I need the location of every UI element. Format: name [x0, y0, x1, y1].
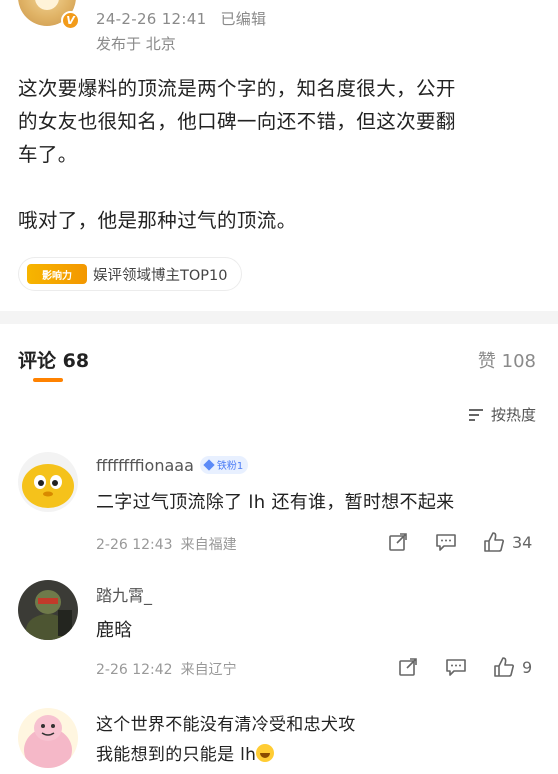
post-body-line: 哦对了，他是那种过气的顶流。: [18, 209, 297, 232]
comment-time: 2-26 12:43: [96, 537, 173, 553]
comment-meta: 2-26 12:42 来自辽宁: [96, 659, 237, 679]
like-count: 34: [512, 532, 533, 552]
commenter-avatar[interactable]: [18, 708, 78, 768]
post-timestamp: 24-2-26 12:41 已编辑: [96, 8, 266, 29]
post-time-value: 24-2-26 12:41: [96, 10, 207, 28]
post-body: 这次要爆料的顶流是两个字的，知名度很大，公开 的女友也很知名，他口碑一向还不错，…: [18, 72, 540, 237]
comment-text-line2: 我能想到的只能是 lh: [96, 740, 275, 765]
active-tab-indicator: [33, 378, 63, 382]
comment-text: 二字过气顶流除了 lh 还有谁，暂时想不起来: [96, 492, 455, 513]
comment-location: 来自福建: [180, 537, 237, 553]
sort-icon: [468, 408, 483, 421]
laugh-emoji-icon: [256, 744, 275, 762]
username-text: ffffffffionaaa: [96, 456, 194, 475]
commenter-username[interactable]: 踏九霄_: [96, 582, 152, 606]
commenter-avatar[interactable]: [18, 580, 78, 640]
section-divider: [0, 311, 558, 324]
comment-actions: 34: [384, 528, 532, 556]
comment-text-content: 我能想到的只能是 lh: [96, 745, 257, 765]
sort-label: 按热度: [490, 406, 536, 424]
post-body-line: 的女友也很知名，他口碑一向还不错，但这次要翻: [18, 110, 456, 133]
comment-text: 这个世界不能没有清冷受和忠犬攻: [96, 715, 356, 735]
influence-logo-icon: 影响力: [27, 264, 87, 284]
share-icon[interactable]: [384, 528, 412, 556]
verified-badge-icon: V: [61, 11, 80, 30]
comment-meta: 2-26 12:43 来自福建: [96, 534, 237, 554]
share-icon[interactable]: [394, 653, 422, 681]
tab-likes[interactable]: 赞 108: [478, 347, 536, 373]
fan-badge-label: 铁粉1: [216, 461, 244, 472]
commenter-username[interactable]: ffffffffionaaa 铁粉1: [96, 455, 249, 476]
like-icon[interactable]: [480, 528, 508, 556]
comment-icon[interactable]: [432, 528, 460, 556]
like-count: 9: [522, 657, 533, 677]
post-body-line: 这次要爆料的顶流是两个字的，知名度很大，公开: [18, 77, 456, 100]
comment-icon[interactable]: [442, 653, 470, 681]
post-location: 发布于 北京: [96, 35, 176, 53]
like-icon[interactable]: [490, 653, 518, 681]
influence-badge[interactable]: 影响力 娱评领域博主TOP10: [18, 257, 243, 291]
diamond-icon: [203, 458, 215, 471]
edited-label: 已编辑: [220, 10, 267, 28]
post-body-line: 车了。: [18, 143, 78, 166]
comment-time: 2-26 12:42: [96, 662, 173, 678]
fan-badge: 铁粉1: [199, 455, 249, 474]
influence-label: 娱评领域博主TOP10: [93, 267, 228, 284]
comment-location: 来自辽宁: [180, 662, 237, 678]
commenter-avatar[interactable]: [18, 452, 78, 512]
comment-text: 鹿晗: [96, 620, 133, 641]
sort-by-hot-button[interactable]: 按热度: [467, 404, 536, 425]
tab-comments[interactable]: 评论 68: [18, 346, 89, 373]
comment-actions: 9: [394, 653, 532, 681]
